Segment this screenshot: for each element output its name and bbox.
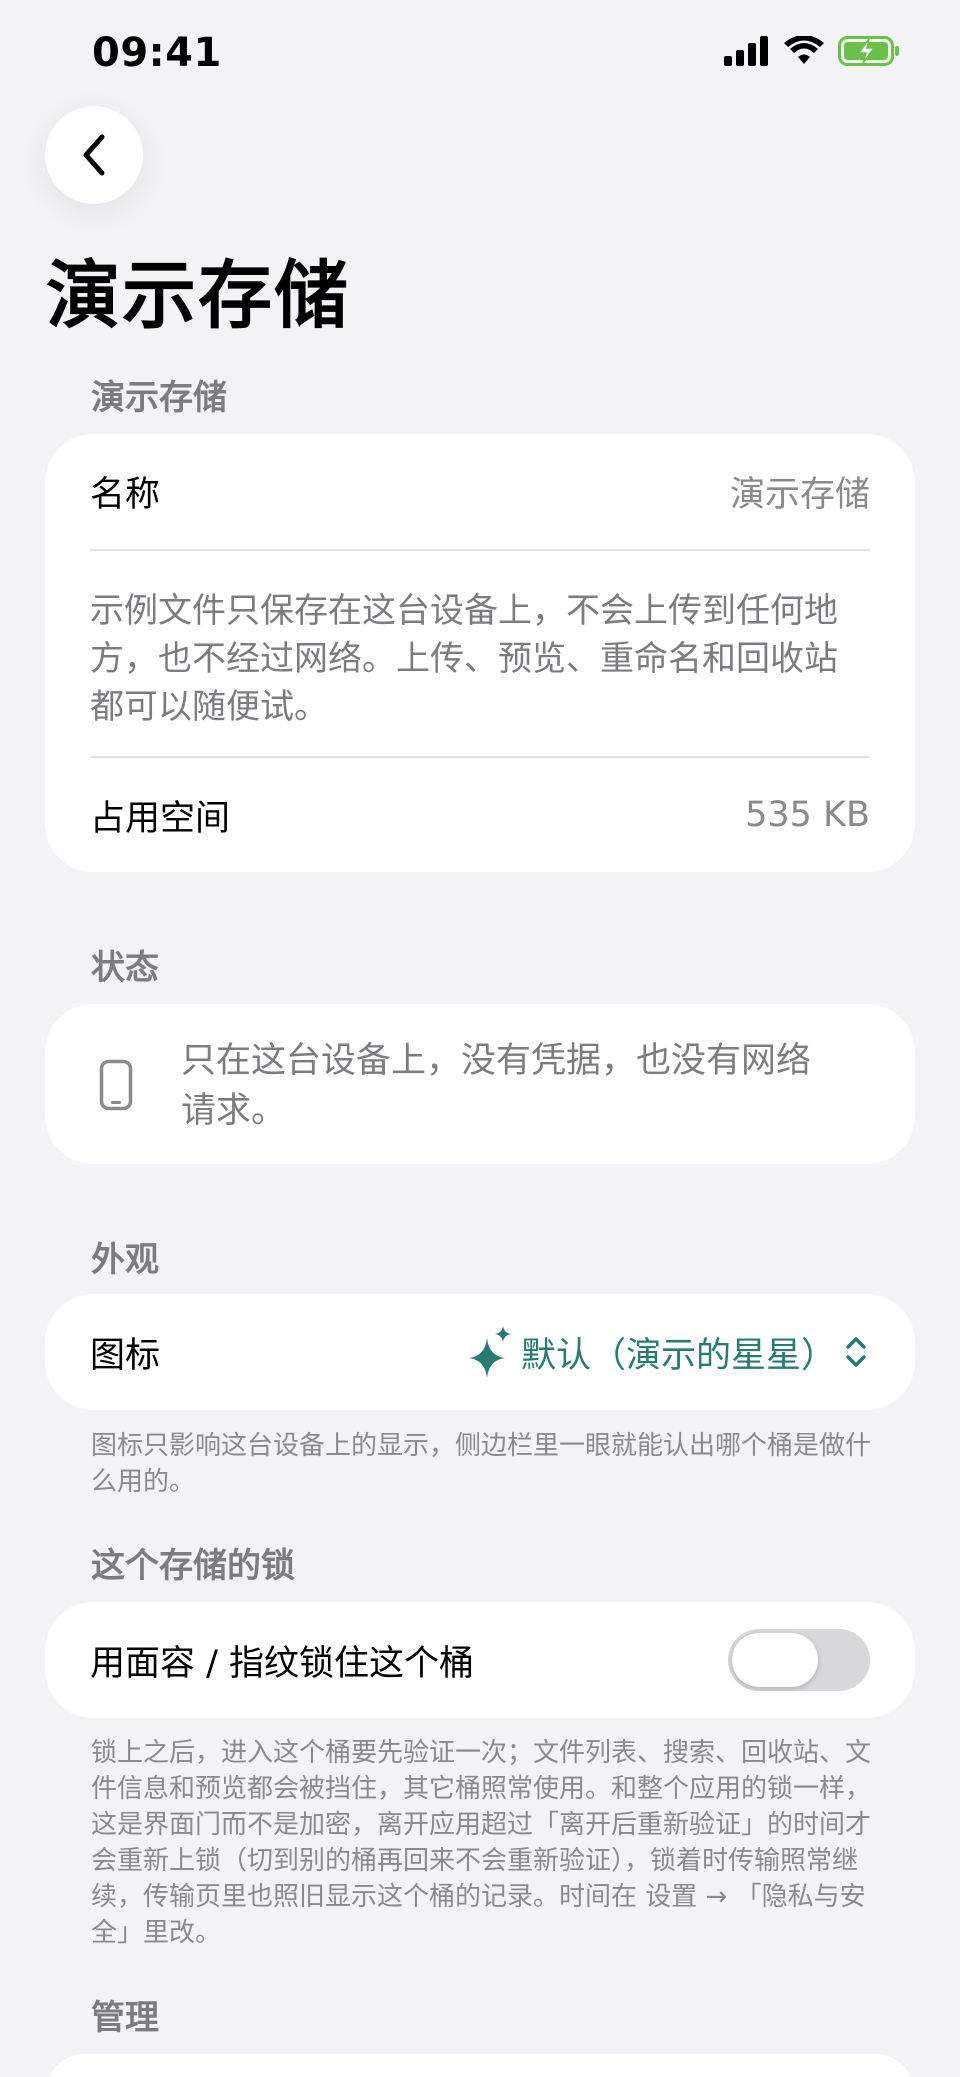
sparkles-icon (468, 1326, 511, 1378)
icon-row[interactable]: 图标 默认（演示的星星） (45, 1294, 915, 1410)
lock-section-header: 这个存储的锁 (91, 1546, 295, 1586)
usage-value: 535 KB (745, 795, 870, 835)
lock-footnote: 锁上之后，进入这个桶要先验证一次；文件列表、搜索、回收站、文件信息和预览都会被挡… (91, 1738, 872, 1948)
name-label: 名称 (90, 475, 161, 515)
status-icons (724, 36, 900, 66)
appearance-footnote: 图标只影响这台设备上的显示，侧边栏里一眼就能认出哪个桶是做什么用的。 (91, 1431, 872, 1497)
icon-label: 图标 (90, 1335, 161, 1376)
usage-label: 占用空间 (90, 798, 231, 839)
status-text: 只在这台设备上，没有凭据，也没有网络请求。 (181, 1041, 812, 1131)
appearance-card: 图标 默认（演示的星星） (45, 1294, 915, 1410)
manage-card (45, 2054, 915, 2077)
storage-section-header: 演示存储 (91, 378, 227, 418)
manage-section-header: 管理 (91, 1998, 159, 2038)
battery-charging-icon (838, 36, 899, 66)
name-row[interactable]: 名称 演示存储 (45, 434, 915, 549)
cellular-signal-icon (724, 36, 768, 66)
usage-row: 占用空间 535 KB (45, 758, 915, 872)
lock-toggle-label: 用面容 / 指纹锁住这个桶 (90, 1643, 475, 1684)
status-bar: 09:41 (0, 0, 960, 110)
icon-value: 默认（演示的星星） (520, 1335, 836, 1376)
back-button[interactable] (45, 106, 143, 204)
chevron-left-icon (83, 134, 105, 176)
phone-icon (99, 1059, 133, 1111)
toggle-knob (732, 1633, 818, 1687)
chevron-up-down-icon (846, 1337, 866, 1367)
appearance-section-header: 外观 (91, 1240, 159, 1280)
lock-row: 用面容 / 指纹锁住这个桶 (45, 1602, 915, 1718)
lock-toggle[interactable] (728, 1629, 870, 1691)
icon-picker[interactable]: 默认（演示的星星） (467, 1324, 870, 1380)
status-section-header: 状态 (91, 948, 159, 988)
storage-info-card: 名称 演示存储 示例文件只保存在这台设备上，不会上传到任何地方，也不经过网络。上… (45, 434, 915, 872)
lock-card: 用面容 / 指纹锁住这个桶 (45, 1602, 915, 1718)
page-title: 演示存储 (46, 253, 350, 339)
status-time: 09:41 (92, 30, 222, 76)
wifi-icon (784, 36, 824, 64)
status-card: 只在这台设备上，没有凭据，也没有网络请求。 (45, 1004, 915, 1164)
name-value: 演示存储 (729, 475, 870, 515)
storage-description: 示例文件只保存在这台设备上，不会上传到任何地方，也不经过网络。上传、预览、重命名… (90, 591, 838, 727)
